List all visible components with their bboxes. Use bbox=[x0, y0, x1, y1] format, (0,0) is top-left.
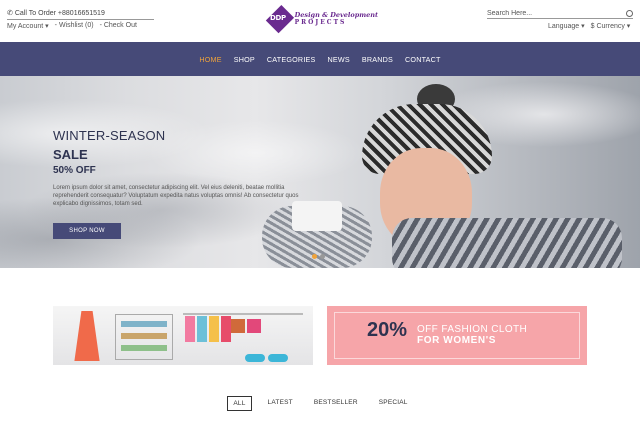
top-header: ✆ Call To Order +88016651519 My Account … bbox=[0, 0, 640, 42]
shelf-image bbox=[115, 314, 173, 360]
hero-text: WINTER-SEASON SALE 50% OFF Lorem ipsum d… bbox=[53, 128, 313, 208]
hero-description: Lorem ipsum dolor sit amet, consectetur … bbox=[53, 185, 299, 208]
account-links: My Account ▾ - Wishlist (0) - Check Out bbox=[7, 22, 137, 30]
dress-image bbox=[74, 311, 100, 361]
phone-label: Call To Order +88016651519 bbox=[14, 9, 105, 17]
fashion-store-banner[interactable] bbox=[53, 306, 313, 365]
locale-controls: Language ▾ $ Currency ▾ bbox=[548, 22, 630, 30]
language-dropdown[interactable]: Language ▾ bbox=[548, 22, 585, 30]
wishlist-link[interactable]: - Wishlist (0) bbox=[55, 22, 94, 30]
product-tabs: ALL LATEST BESTSELLER SPECIAL bbox=[0, 396, 640, 411]
tab-latest[interactable]: LATEST bbox=[263, 396, 298, 411]
slider-dot[interactable] bbox=[320, 254, 325, 259]
call-to-order[interactable]: ✆ Call To Order +88016651519 bbox=[7, 9, 154, 20]
hero-subtitle: SALE bbox=[53, 147, 88, 162]
main-nav: HOME SHOP CATEGORIES NEWS BRANDS CONTACT bbox=[0, 42, 640, 76]
nav-shop[interactable]: SHOP bbox=[228, 55, 261, 64]
hero-slider: WINTER-SEASON SALE 50% OFF Lorem ipsum d… bbox=[0, 76, 640, 268]
tab-special[interactable]: SPECIAL bbox=[374, 396, 413, 411]
my-account-link[interactable]: My Account ▾ bbox=[7, 22, 49, 30]
site-logo[interactable]: DDP Design & Development PROJECTS bbox=[265, 4, 378, 34]
promo-line2: FOR WOMEN'S bbox=[417, 335, 496, 346]
promo-percent: 20% bbox=[367, 319, 408, 341]
currency-dropdown[interactable]: $ Currency ▾ bbox=[591, 22, 631, 30]
logo-line1: Design & Development bbox=[294, 10, 378, 19]
search-box bbox=[487, 8, 633, 19]
nav-brands[interactable]: BRANDS bbox=[356, 55, 399, 64]
nav-contact[interactable]: CONTACT bbox=[399, 55, 447, 64]
slider-dots bbox=[312, 254, 325, 259]
hero-model-image bbox=[262, 84, 640, 268]
phone-icon: ✆ bbox=[7, 10, 13, 17]
tab-all[interactable]: ALL bbox=[227, 396, 252, 411]
nav-home[interactable]: HOME bbox=[193, 55, 227, 64]
logo-initials: DDP bbox=[270, 14, 286, 22]
slider-dot[interactable] bbox=[312, 254, 317, 259]
promo-banner[interactable]: 20% OFF FASHION CLOTH FOR WOMEN'S bbox=[327, 306, 587, 365]
search-icon[interactable] bbox=[626, 9, 633, 17]
nav-categories[interactable]: CATEGORIES bbox=[261, 55, 322, 64]
logo-line2: PROJECTS bbox=[294, 19, 347, 27]
hero-title: WINTER-SEASON bbox=[53, 128, 166, 143]
hero-discount: 50% OFF bbox=[53, 165, 96, 176]
nav-news[interactable]: NEWS bbox=[322, 55, 356, 64]
search-input[interactable] bbox=[487, 9, 607, 17]
checkout-link[interactable]: - Check Out bbox=[100, 22, 137, 30]
tab-bestseller[interactable]: BESTSELLER bbox=[309, 396, 363, 411]
shop-now-button[interactable]: SHOP NOW bbox=[53, 223, 121, 239]
promo-line1: OFF FASHION CLOTH bbox=[417, 324, 528, 335]
